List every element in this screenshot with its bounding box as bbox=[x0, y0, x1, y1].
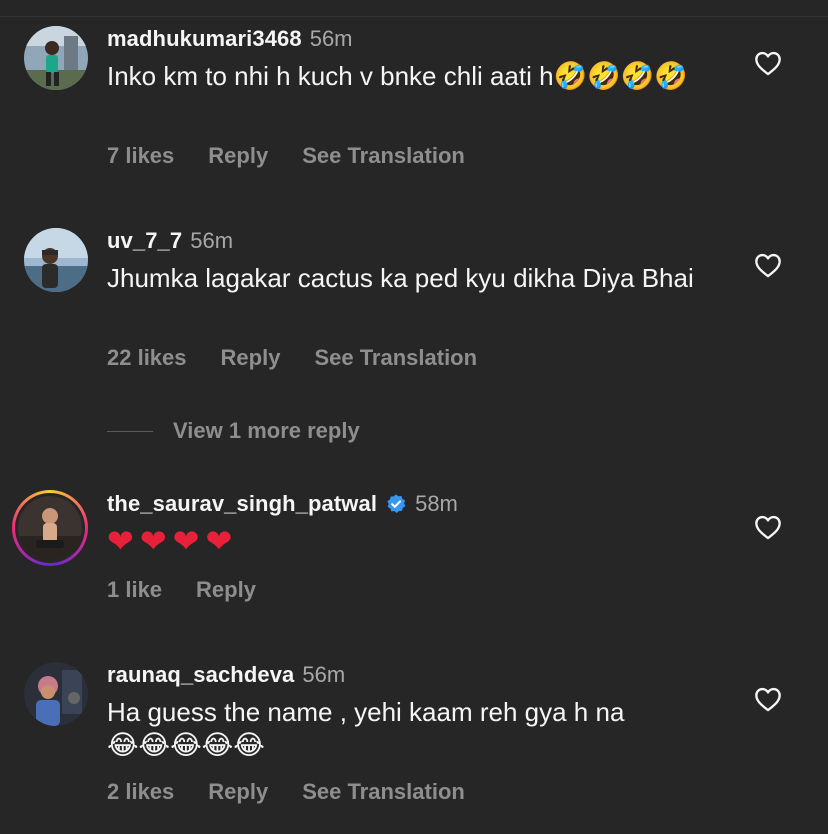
see-translation-button[interactable]: See Translation bbox=[302, 779, 465, 805]
heart-outline-icon[interactable] bbox=[754, 252, 782, 278]
divider bbox=[107, 430, 153, 432]
avatar[interactable] bbox=[24, 228, 88, 292]
likes-count[interactable]: 22 likes bbox=[107, 345, 187, 371]
username[interactable]: uv_7_7 bbox=[107, 228, 182, 254]
reply-button[interactable]: Reply bbox=[208, 143, 268, 169]
likes-count[interactable]: 1 like bbox=[107, 577, 162, 603]
timestamp: 56m bbox=[190, 228, 234, 253]
heart-outline-icon[interactable] bbox=[754, 50, 782, 76]
red-heart-emoji: ❤❤❤❤ bbox=[107, 522, 239, 560]
reply-button[interactable]: Reply bbox=[221, 345, 281, 371]
laughing-emoji: 😂😂😂😂😂 bbox=[107, 730, 265, 761]
likes-count[interactable]: 2 likes bbox=[107, 779, 174, 805]
username[interactable]: raunaq_sachdeva bbox=[107, 662, 294, 688]
reply-button[interactable]: Reply bbox=[208, 779, 268, 805]
avatar[interactable] bbox=[24, 26, 88, 90]
heart-outline-icon[interactable] bbox=[754, 514, 782, 540]
avatar[interactable] bbox=[24, 662, 88, 726]
avatar-story-ring[interactable] bbox=[12, 490, 88, 566]
see-translation-button[interactable]: See Translation bbox=[302, 143, 465, 169]
timestamp: 58m bbox=[415, 491, 458, 516]
heart-outline-icon[interactable] bbox=[754, 686, 782, 712]
reply-button[interactable]: Reply bbox=[196, 577, 256, 603]
comment-text: Inko km to nhi h kuch v bnke chli aati h… bbox=[107, 61, 689, 92]
view-more-label[interactable]: View 1 more reply bbox=[173, 418, 360, 444]
verified-badge-icon bbox=[387, 494, 406, 513]
likes-count[interactable]: 7 likes bbox=[107, 143, 174, 169]
divider bbox=[0, 16, 828, 17]
timestamp: 56m bbox=[302, 662, 346, 687]
timestamp: 56m bbox=[309, 26, 353, 51]
see-translation-button[interactable]: See Translation bbox=[314, 345, 477, 371]
comment-text: Jhumka lagakar cactus ka ped kyu dikha D… bbox=[107, 263, 694, 293]
comment-text: ❤❤❤❤ bbox=[107, 525, 727, 560]
avatar[interactable] bbox=[18, 496, 82, 560]
username[interactable]: the_saurav_singh_patwal bbox=[107, 491, 377, 517]
rofl-emoji: 🤣🤣🤣🤣 bbox=[553, 61, 689, 92]
username[interactable]: madhukumari3468 bbox=[107, 26, 302, 52]
comment-text: Ha guess the name , yehi kaam reh gya h … bbox=[107, 697, 625, 761]
view-more-replies[interactable]: View 1 more reply bbox=[107, 418, 360, 444]
